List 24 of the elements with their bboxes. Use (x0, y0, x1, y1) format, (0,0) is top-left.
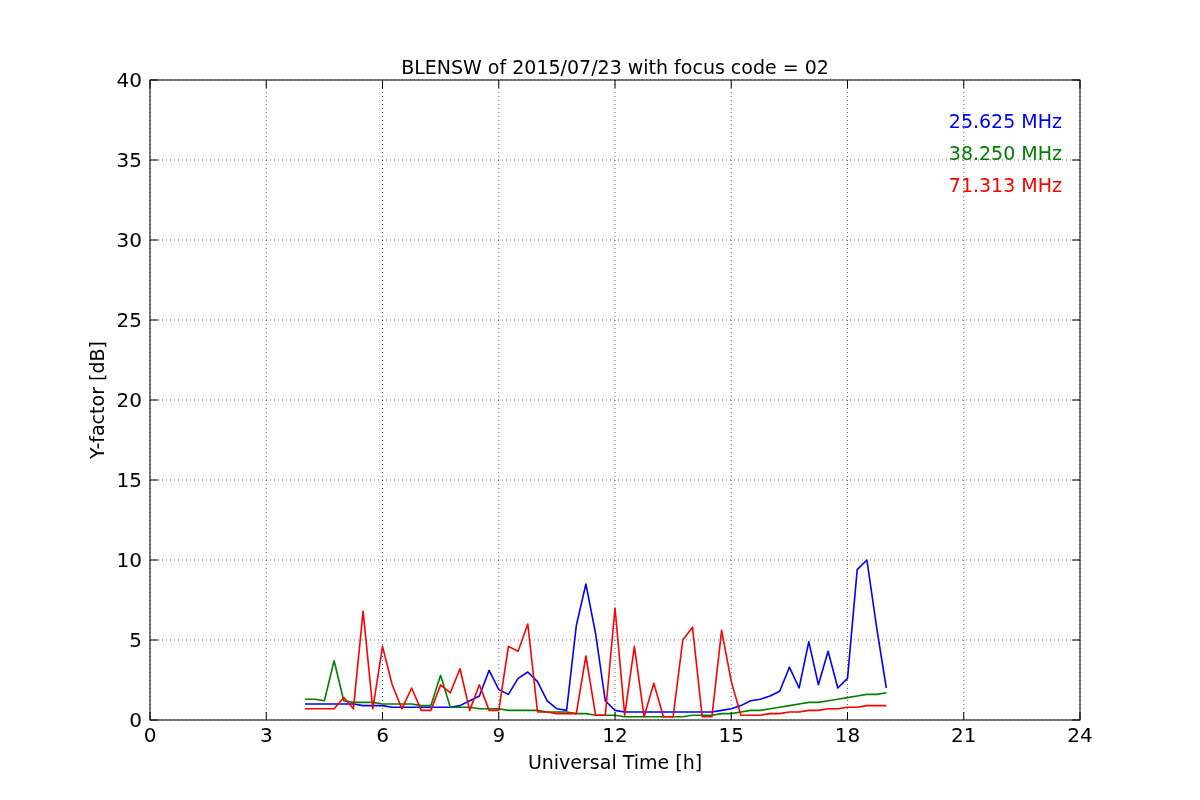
tick-label: 0 (129, 708, 142, 732)
axis-title: Y-factor [dB] (86, 341, 108, 459)
tick-label: 35 (116, 148, 142, 172)
legend-label: 25.625 MHz (948, 110, 1062, 132)
chart-title: BLENSW of 2015/07/23 with focus code = 02 (401, 56, 829, 78)
tick-label: 30 (116, 228, 142, 252)
tick-label: 24 (1067, 723, 1093, 747)
tick-label: 25 (116, 308, 142, 332)
tick-label: 3 (259, 723, 273, 747)
axis-title: Universal Time [h] (527, 751, 703, 773)
tick-label: 18 (834, 723, 861, 747)
tick-label: 9 (492, 723, 506, 747)
legend-label: 38.250 MHz (948, 142, 1062, 164)
tick-label: 10 (116, 548, 142, 572)
tick-label: 0 (143, 723, 157, 747)
tick-label: 6 (376, 723, 389, 747)
tick-label: 20 (116, 388, 142, 412)
tick-label: 21 (951, 723, 977, 747)
tick-label: 12 (602, 723, 628, 747)
tick-label: 15 (718, 723, 744, 747)
tick-label: 5 (129, 628, 142, 652)
tick-label: 15 (116, 468, 142, 492)
legend-label: 71.313 MHz (948, 174, 1062, 196)
tick-label: 40 (116, 68, 142, 92)
